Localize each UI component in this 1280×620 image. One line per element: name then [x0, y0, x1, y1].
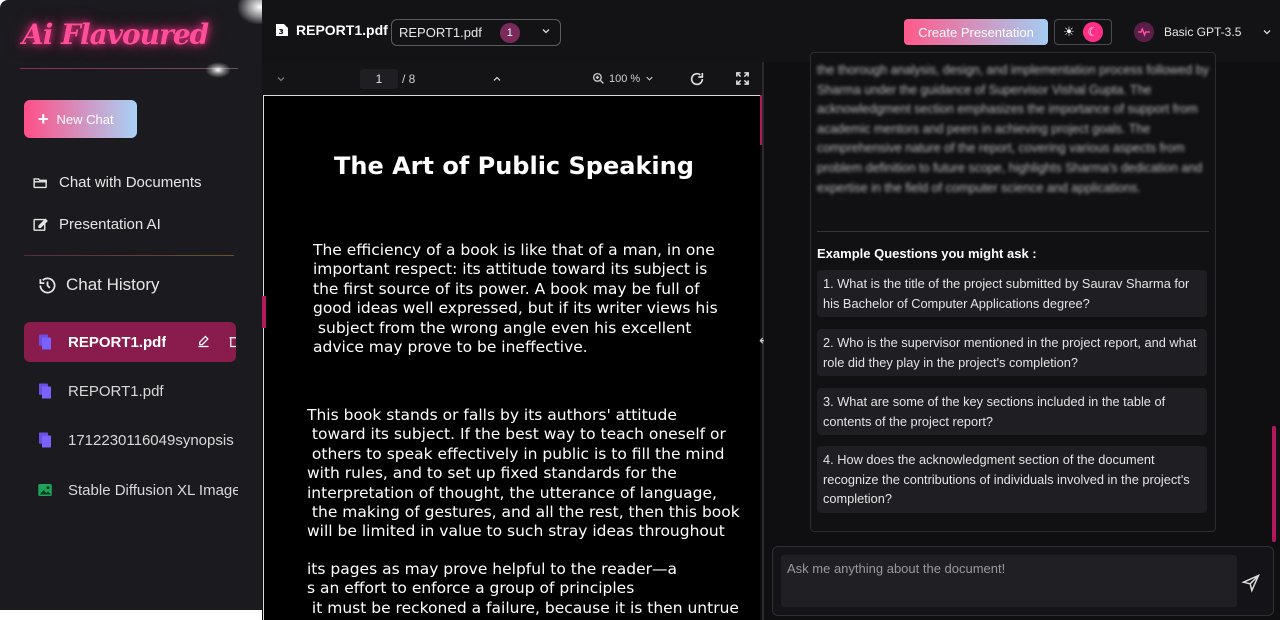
chat-input[interactable] [781, 555, 1237, 607]
model-icon [1134, 22, 1154, 42]
nav-chat-with-documents[interactable]: Chat with Documents [32, 174, 202, 191]
chat-scrollbar[interactable] [1272, 426, 1276, 542]
history-item[interactable]: Stable Diffusion XL Image [24, 470, 238, 510]
new-chat-button[interactable]: + New Chat [24, 100, 137, 138]
trash-icon[interactable] [227, 334, 236, 349]
history-label: Stable Diffusion XL Image [68, 481, 238, 499]
document-summary: the thorough analysis, design, and imple… [817, 63, 1209, 195]
main-area: 3 REPORT1.pdf REPORT1.pdf 1 Create Prese… [262, 0, 1280, 620]
chat-message-card: the thorough analysis, design, and imple… [810, 52, 1216, 532]
example-question[interactable]: 4. How does the acknowledgment section o… [817, 446, 1207, 513]
chat-input-container [772, 546, 1274, 616]
folder-open-icon [33, 178, 47, 189]
chevron-down-icon [646, 76, 653, 81]
pdf-page: The Art of Public Speaking The efficienc… [263, 95, 760, 620]
zoom-control[interactable]: 100 % [592, 72, 655, 85]
file-select-value: REPORT1.pdf [399, 25, 482, 40]
app-logo[interactable]: Ai Flavoured [22, 18, 209, 51]
example-question[interactable]: 2. Who is the supervisor mentioned in th… [817, 329, 1207, 377]
document-icon [39, 334, 51, 350]
example-question[interactable]: 3. What are some of the key sections inc… [817, 388, 1207, 436]
fullscreen-icon[interactable] [735, 71, 750, 86]
chat-panel: the thorough analysis, design, and imple… [764, 52, 1280, 620]
history-label: REPORT1.pdf [68, 382, 164, 400]
nav-label: Chat with Documents [59, 174, 202, 191]
history-item-active[interactable]: REPORT1.pdf [24, 322, 236, 362]
chevron-down-icon [1263, 30, 1271, 35]
model-select-dropdown[interactable]: Basic GPT-3.5 [1134, 22, 1273, 42]
model-label: Basic GPT-3.5 [1164, 25, 1242, 39]
chevron-down-icon[interactable] [275, 73, 287, 85]
glow-decoration [205, 62, 231, 78]
active-marker [262, 296, 266, 328]
file-icon: 3 [276, 24, 288, 36]
create-presentation-button[interactable]: Create Presentation [904, 19, 1048, 45]
pdf-paragraph: The efficiency of a book is like that of… [313, 241, 718, 357]
history-item[interactable]: REPORT1.pdf [24, 371, 238, 411]
pencil-icon[interactable] [196, 334, 211, 349]
chat-history-header: Chat History [38, 275, 160, 295]
file-title-label: REPORT1.pdf [296, 22, 388, 38]
file-count-badge: 1 [499, 22, 520, 43]
image-icon [38, 484, 52, 496]
history-item[interactable]: 1712230116049synopsis [24, 420, 238, 460]
history-label: REPORT1.pdf [68, 333, 167, 351]
chevron-up-icon[interactable] [491, 73, 503, 85]
pdf-toolbar: 1 / 8 100 % [262, 62, 762, 95]
history-icon [39, 277, 56, 293]
document-icon [39, 383, 51, 399]
send-icon[interactable] [1241, 573, 1261, 593]
pdf-paragraph: This book stands or falls by its authors… [307, 406, 740, 541]
example-question[interactable]: 1. What is the title of the project subm… [817, 270, 1207, 318]
history-label: 1712230116049synopsis [68, 431, 234, 449]
rotate-icon[interactable] [689, 71, 705, 87]
document-icon [39, 432, 51, 448]
page-number-input[interactable]: 1 [360, 69, 398, 89]
chat-history-title: Chat History [66, 275, 160, 294]
card-divider [817, 231, 1209, 232]
chevron-down-icon [542, 29, 550, 34]
new-chat-label: New Chat [56, 111, 114, 127]
nav-presentation-ai[interactable]: Presentation AI [32, 216, 161, 233]
zoom-in-icon [592, 72, 604, 84]
theme-toggle[interactable]: ☀ ☾ [1054, 19, 1112, 45]
section-divider [24, 255, 234, 256]
example-questions-title: Example Questions you might ask : [817, 246, 1037, 261]
sun-icon[interactable]: ☀ [1063, 24, 1075, 40]
edit-box-icon [33, 218, 48, 231]
nav-label: Presentation AI [59, 216, 161, 233]
pdf-heading: The Art of Public Speaking [334, 152, 694, 180]
moon-icon[interactable]: ☾ [1082, 22, 1103, 42]
file-title: 3 REPORT1.pdf [274, 22, 388, 38]
pdf-paragraph: its pages as may prove helpful to the re… [307, 560, 739, 617]
svg-text:3: 3 [279, 27, 284, 36]
plus-icon: + [38, 109, 49, 129]
file-select-dropdown[interactable]: REPORT1.pdf 1 [391, 19, 561, 46]
sidebar: Ai Flavoured + New Chat Chat with Docume… [0, 0, 262, 610]
zoom-value: 100 % [609, 72, 641, 85]
page-total: / 8 [402, 72, 416, 86]
